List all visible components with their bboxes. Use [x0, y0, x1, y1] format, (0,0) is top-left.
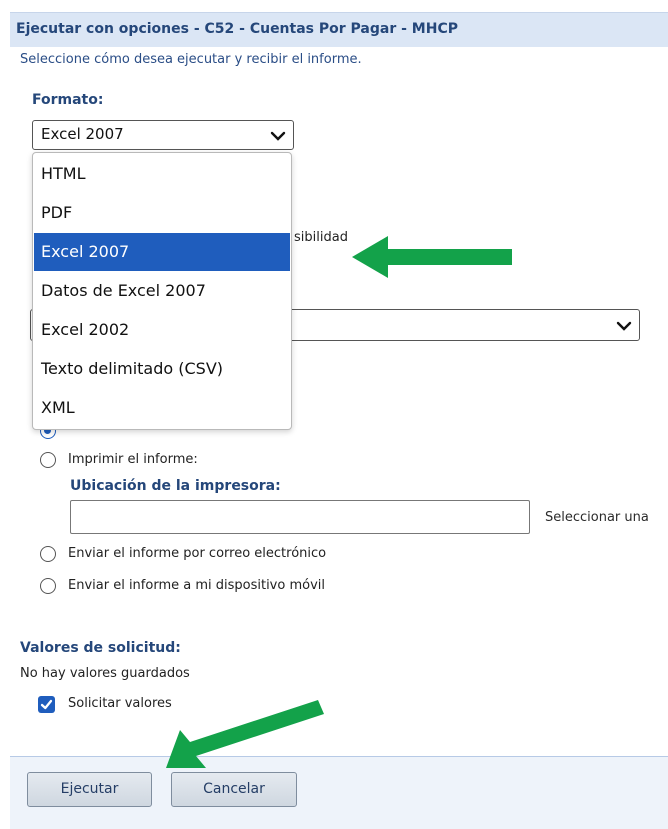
format-select[interactable]: Excel 2007 — [32, 120, 294, 150]
prompt-values-label: Valores de solicitud: — [20, 640, 181, 656]
prompt-values-checkbox-label: Solicitar valores — [68, 696, 172, 711]
format-option-pdf[interactable]: PDF — [34, 194, 290, 232]
format-option-html[interactable]: HTML — [34, 155, 290, 193]
prompt-values-checkbox[interactable] — [38, 696, 55, 713]
dialog-subtitle: Seleccione cómo desea ejecutar y recibir… — [20, 52, 362, 67]
format-option-csv[interactable]: Texto delimitado (CSV) — [34, 350, 290, 388]
printer-location-label: Ubicación de la impresora: — [70, 478, 281, 494]
run-button[interactable]: Ejecutar — [27, 772, 152, 807]
print-report-label: Imprimir el informe: — [68, 452, 198, 467]
format-selected-value: Excel 2007 — [41, 125, 124, 143]
accessibility-label-partial: sibilidad — [294, 230, 348, 245]
print-report-radio[interactable] — [40, 452, 56, 468]
annotation-arrow-icon — [352, 236, 512, 278]
mobile-report-label: Enviar el informe a mi dispositivo móvil — [68, 578, 325, 593]
format-option-excel-data-2007[interactable]: Datos de Excel 2007 — [34, 272, 290, 310]
cancel-button[interactable]: Cancelar — [171, 772, 297, 807]
dialog-title-bar: Ejecutar con opciones - C52 - Cuentas Po… — [10, 12, 668, 47]
dialog-title: Ejecutar con opciones - C52 - Cuentas Po… — [16, 21, 458, 37]
select-printer-link[interactable]: Seleccionar una — [545, 510, 649, 525]
format-option-excel-2002[interactable]: Excel 2002 — [34, 311, 290, 349]
no-saved-values-text: No hay valores guardados — [20, 666, 190, 681]
chevron-down-icon — [616, 321, 632, 331]
format-label: Formato: — [32, 92, 104, 108]
printer-location-input[interactable] — [70, 500, 530, 534]
format-dropdown-list: HTML PDF Excel 2007 Datos de Excel 2007 … — [32, 152, 292, 430]
checkmark-icon — [40, 699, 53, 710]
annotation-arrow-icon — [166, 700, 324, 768]
chevron-down-icon — [270, 131, 286, 141]
format-option-excel-2007[interactable]: Excel 2007 — [34, 233, 290, 271]
email-report-label: Enviar el informe por correo electrónico — [68, 546, 327, 561]
email-report-radio[interactable] — [40, 546, 56, 562]
mobile-report-radio[interactable] — [40, 578, 56, 594]
format-option-xml[interactable]: XML — [34, 389, 290, 427]
